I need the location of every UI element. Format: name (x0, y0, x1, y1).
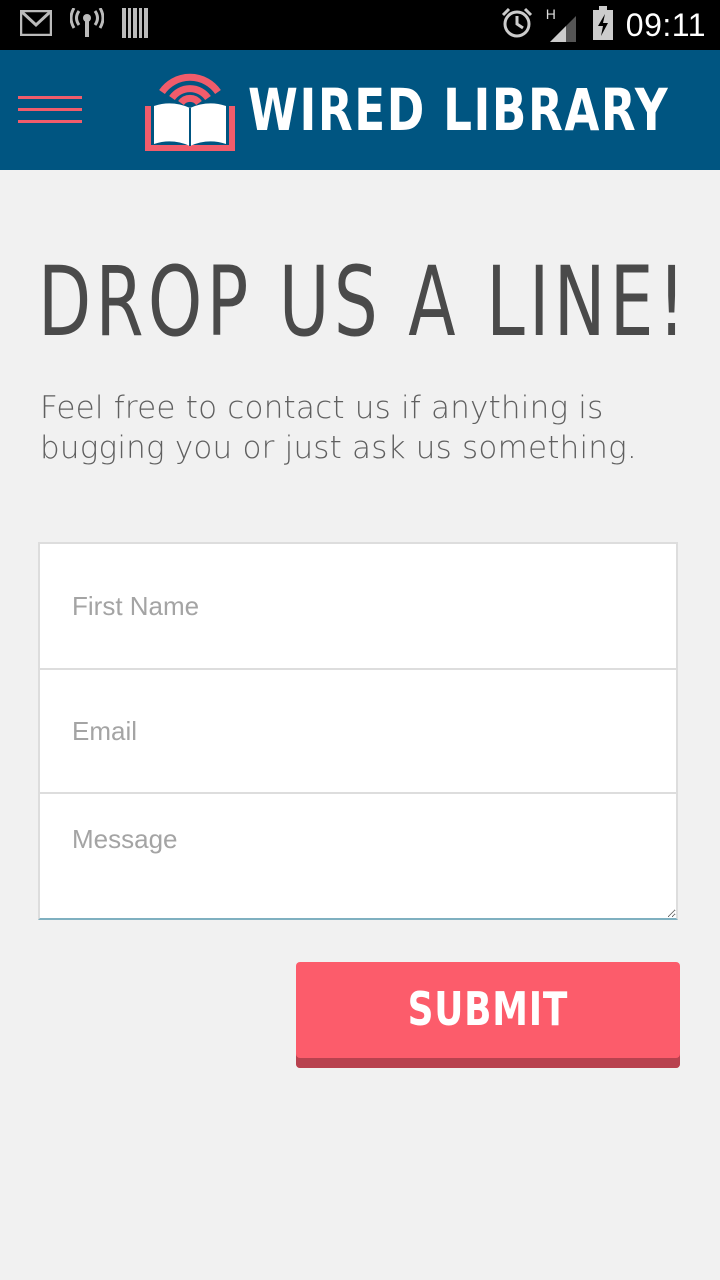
first-name-input[interactable] (38, 542, 678, 670)
gmail-icon (19, 9, 53, 41)
hamburger-menu-icon[interactable] (18, 96, 82, 124)
status-bar-left (19, 6, 148, 43)
app-header: WIRED LIBRARY (0, 50, 720, 170)
barcode-icon (122, 7, 148, 43)
contact-form (38, 542, 678, 920)
intro-text: Feel free to contact us if anything is b… (40, 390, 637, 466)
brand-title: WIRED LIBRARY (248, 76, 670, 144)
status-bar-right: H 09:11 (500, 5, 706, 45)
email-input[interactable] (38, 668, 678, 794)
status-bar: H 09:11 (0, 0, 720, 50)
submit-button-label: SUBMIT (407, 982, 569, 1036)
submit-button[interactable]: SUBMIT (296, 962, 680, 1068)
status-time: 09:11 (625, 6, 706, 43)
wifi-book-logo (142, 62, 238, 154)
page-title: DROP US A LINE! (38, 246, 690, 358)
alarm-icon (500, 7, 534, 44)
signal-icon: H (546, 6, 580, 42)
battery-charging-icon (592, 5, 614, 45)
message-textarea[interactable] (38, 792, 678, 920)
wireless-broadcast-icon (69, 6, 105, 43)
